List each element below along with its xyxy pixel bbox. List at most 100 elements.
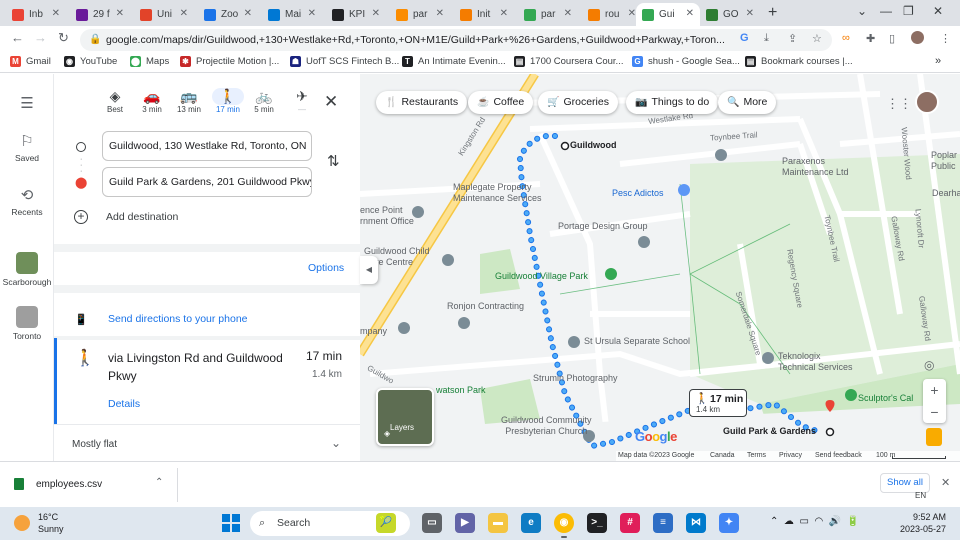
send-to-phone-button[interactable]: 📱 Send directions to your phone bbox=[54, 298, 360, 340]
chip-groceries[interactable]: 🛒 Groceries bbox=[538, 91, 618, 114]
sidepanel-icon[interactable]: ▯ bbox=[889, 32, 895, 45]
map-label-st-ursula[interactable]: St Ursula Separate School bbox=[584, 336, 690, 347]
tab-11[interactable]: GO ✕ bbox=[700, 3, 760, 26]
map-label-hewatson[interactable]: watson Park bbox=[436, 385, 486, 396]
terminal-icon[interactable]: >_ bbox=[587, 513, 607, 533]
back-icon[interactable]: ← bbox=[11, 30, 24, 45]
forward-icon[interactable]: → bbox=[34, 30, 47, 45]
profile-avatar[interactable] bbox=[911, 31, 924, 44]
close-tab-icon[interactable]: ✕ bbox=[564, 8, 572, 19]
mode-flight[interactable]: ✈ — bbox=[286, 88, 318, 114]
chevron-down-icon[interactable]: ⌄ bbox=[857, 4, 867, 18]
poi-pin-icon[interactable] bbox=[398, 322, 410, 334]
map-label-sculptors[interactable]: Sculptor's Cal bbox=[858, 393, 913, 404]
map-label-pesc[interactable]: Pesc Adictos bbox=[612, 188, 664, 199]
zoom-in-button[interactable]: + bbox=[923, 379, 946, 401]
privacy-link[interactable]: Privacy bbox=[779, 452, 802, 459]
language-indicator[interactable]: EN bbox=[915, 491, 926, 500]
map-label-teknologix[interactable]: Teknologix Technical Services bbox=[778, 351, 853, 373]
map-label-company[interactable]: mpany bbox=[360, 326, 387, 337]
teams-icon[interactable]: ▶ bbox=[455, 513, 475, 533]
file-explorer-icon[interactable]: ▬ bbox=[488, 513, 508, 533]
chip-things-to-do[interactable]: 📷 Things to do bbox=[626, 91, 719, 114]
chevron-up-icon[interactable]: ⌃ bbox=[155, 477, 163, 488]
mode-car[interactable]: 🚗 3 min bbox=[136, 88, 168, 114]
add-destination-button[interactable]: + Add destination bbox=[74, 210, 178, 224]
map-label-portage[interactable]: Portage Design Group bbox=[558, 221, 648, 232]
bookmark-item[interactable]: M Gmail bbox=[10, 56, 51, 67]
tab-5[interactable]: KPI ✕ bbox=[326, 3, 386, 26]
close-directions-button[interactable]: ✕ bbox=[324, 92, 338, 112]
extensions-puzzle-icon[interactable]: ✚ bbox=[866, 32, 875, 45]
share-icon[interactable]: ⇪ bbox=[788, 32, 797, 45]
tab-1[interactable]: 29 f ✕ bbox=[70, 3, 130, 26]
clock[interactable]: 9:52 AM 2023-05-27 bbox=[900, 511, 946, 535]
poi-pin-icon[interactable] bbox=[762, 352, 774, 364]
map-label-post-office[interactable]: ence Point rnment Office bbox=[360, 205, 414, 227]
poi-pin-icon[interactable] bbox=[458, 317, 470, 329]
chrome-icon[interactable]: ◉ bbox=[554, 513, 574, 538]
close-tab-icon[interactable]: ✕ bbox=[686, 8, 694, 19]
mode-transit[interactable]: 🚌 13 min bbox=[173, 88, 205, 114]
mode-bike[interactable]: 🚲 5 min bbox=[248, 88, 280, 114]
tab-9[interactable]: rou ✕ bbox=[582, 3, 642, 26]
rail-recents[interactable]: ⟲ Recents bbox=[0, 186, 54, 217]
tab-2[interactable]: Uni ✕ bbox=[134, 3, 194, 26]
close-tab-icon[interactable]: ✕ bbox=[308, 8, 316, 19]
poi-pin-icon[interactable] bbox=[715, 149, 727, 161]
extension-icon[interactable]: ∞ bbox=[842, 32, 850, 44]
google-lens-icon[interactable]: G bbox=[740, 32, 749, 44]
map-label-poplar[interactable]: Poplar Public bbox=[931, 150, 957, 172]
chip-more[interactable]: 🔍 More bbox=[718, 91, 777, 114]
tab-8[interactable]: par ✕ bbox=[518, 3, 578, 26]
menu-dots-icon[interactable]: ⋮ bbox=[940, 32, 951, 45]
map-label-strumin[interactable]: Strumin Photography bbox=[533, 373, 618, 384]
system-tray[interactable]: ⌃ ☁ ▭ ◠ 🔊 🔋 bbox=[770, 516, 859, 527]
restore-button[interactable]: ❐ bbox=[903, 4, 914, 18]
bookmark-item[interactable]: T An Intimate Evenin... bbox=[402, 56, 506, 67]
poi-pin-icon[interactable] bbox=[638, 236, 650, 248]
app-icon[interactable]: ✦ bbox=[719, 513, 739, 533]
bookmark-item[interactable]: ☗ UofT SCS Fintech B... bbox=[290, 56, 399, 67]
download-item[interactable]: employees.csv bbox=[14, 478, 102, 490]
install-icon[interactable]: ⤓ bbox=[764, 32, 769, 45]
route-time-callout[interactable]: 🚶 17 min 1.4 km bbox=[689, 389, 747, 417]
close-tab-icon[interactable]: ✕ bbox=[244, 8, 252, 19]
tab-6[interactable]: par ✕ bbox=[390, 3, 450, 26]
origin-input[interactable]: Guildwood, 130 Westlake Rd, Toronto, ON bbox=[102, 131, 312, 161]
map-label-deerhaven[interactable]: Dearha bbox=[932, 188, 960, 199]
my-location-icon[interactable]: ◎ bbox=[924, 358, 934, 372]
bookmark-item[interactable]: Gshush - Google Sea... bbox=[632, 56, 740, 67]
terms-link[interactable]: Terms bbox=[747, 452, 766, 459]
tab-0[interactable]: Inb ✕ bbox=[6, 3, 66, 26]
swap-icon[interactable]: ⇅ bbox=[327, 152, 340, 170]
show-all-button[interactable]: Show all bbox=[880, 473, 930, 493]
options-button[interactable]: Options bbox=[308, 262, 344, 274]
bookmark-item[interactable]: ⬤ Maps bbox=[130, 56, 169, 67]
rail-recent-scarborough[interactable]: Scarborough bbox=[0, 252, 54, 287]
origin-marker[interactable] bbox=[560, 141, 570, 151]
map-canvas[interactable]: Guildwood Maplegate Property Maintenance… bbox=[360, 74, 960, 461]
close-tab-icon[interactable]: ✕ bbox=[628, 8, 636, 19]
map-label-paraxenos[interactable]: Paraxenos Maintenance Ltd bbox=[782, 156, 849, 178]
map-label-guild-park[interactable]: Guild Park & Gardens bbox=[723, 426, 816, 437]
bookmarks-overflow-icon[interactable]: » bbox=[935, 55, 941, 67]
bookmark-item[interactable]: ▤ Bookmark courses |... bbox=[745, 56, 853, 67]
country-link[interactable]: Canada bbox=[710, 452, 735, 459]
avatar[interactable] bbox=[915, 90, 939, 114]
minimize-button[interactable]: — bbox=[880, 4, 892, 18]
close-tab-icon[interactable]: ✕ bbox=[52, 8, 60, 19]
chevron-down-icon[interactable]: ⌄ bbox=[331, 436, 341, 450]
close-tab-icon[interactable]: ✕ bbox=[372, 8, 380, 19]
close-tab-icon[interactable]: ✕ bbox=[746, 8, 754, 19]
close-tab-icon[interactable]: ✕ bbox=[436, 8, 444, 19]
route-option[interactable]: 🚶 via Livingston Rd and Guildwood Pkwy 1… bbox=[54, 338, 360, 424]
close-download-bar-button[interactable]: ✕ bbox=[941, 476, 950, 489]
tab-10[interactable]: Gui ✕ bbox=[636, 3, 700, 26]
bookmark-item[interactable]: ◉ YouTube bbox=[64, 56, 117, 67]
park-pin-icon[interactable] bbox=[605, 268, 617, 280]
bookmark-item[interactable]: ▤ 1700 Coursera Cour... bbox=[514, 56, 623, 67]
bookmark-star-icon[interactable]: ☆ bbox=[812, 32, 822, 45]
reload-icon[interactable]: ↻ bbox=[58, 30, 69, 46]
school-pin-icon[interactable] bbox=[568, 336, 580, 348]
